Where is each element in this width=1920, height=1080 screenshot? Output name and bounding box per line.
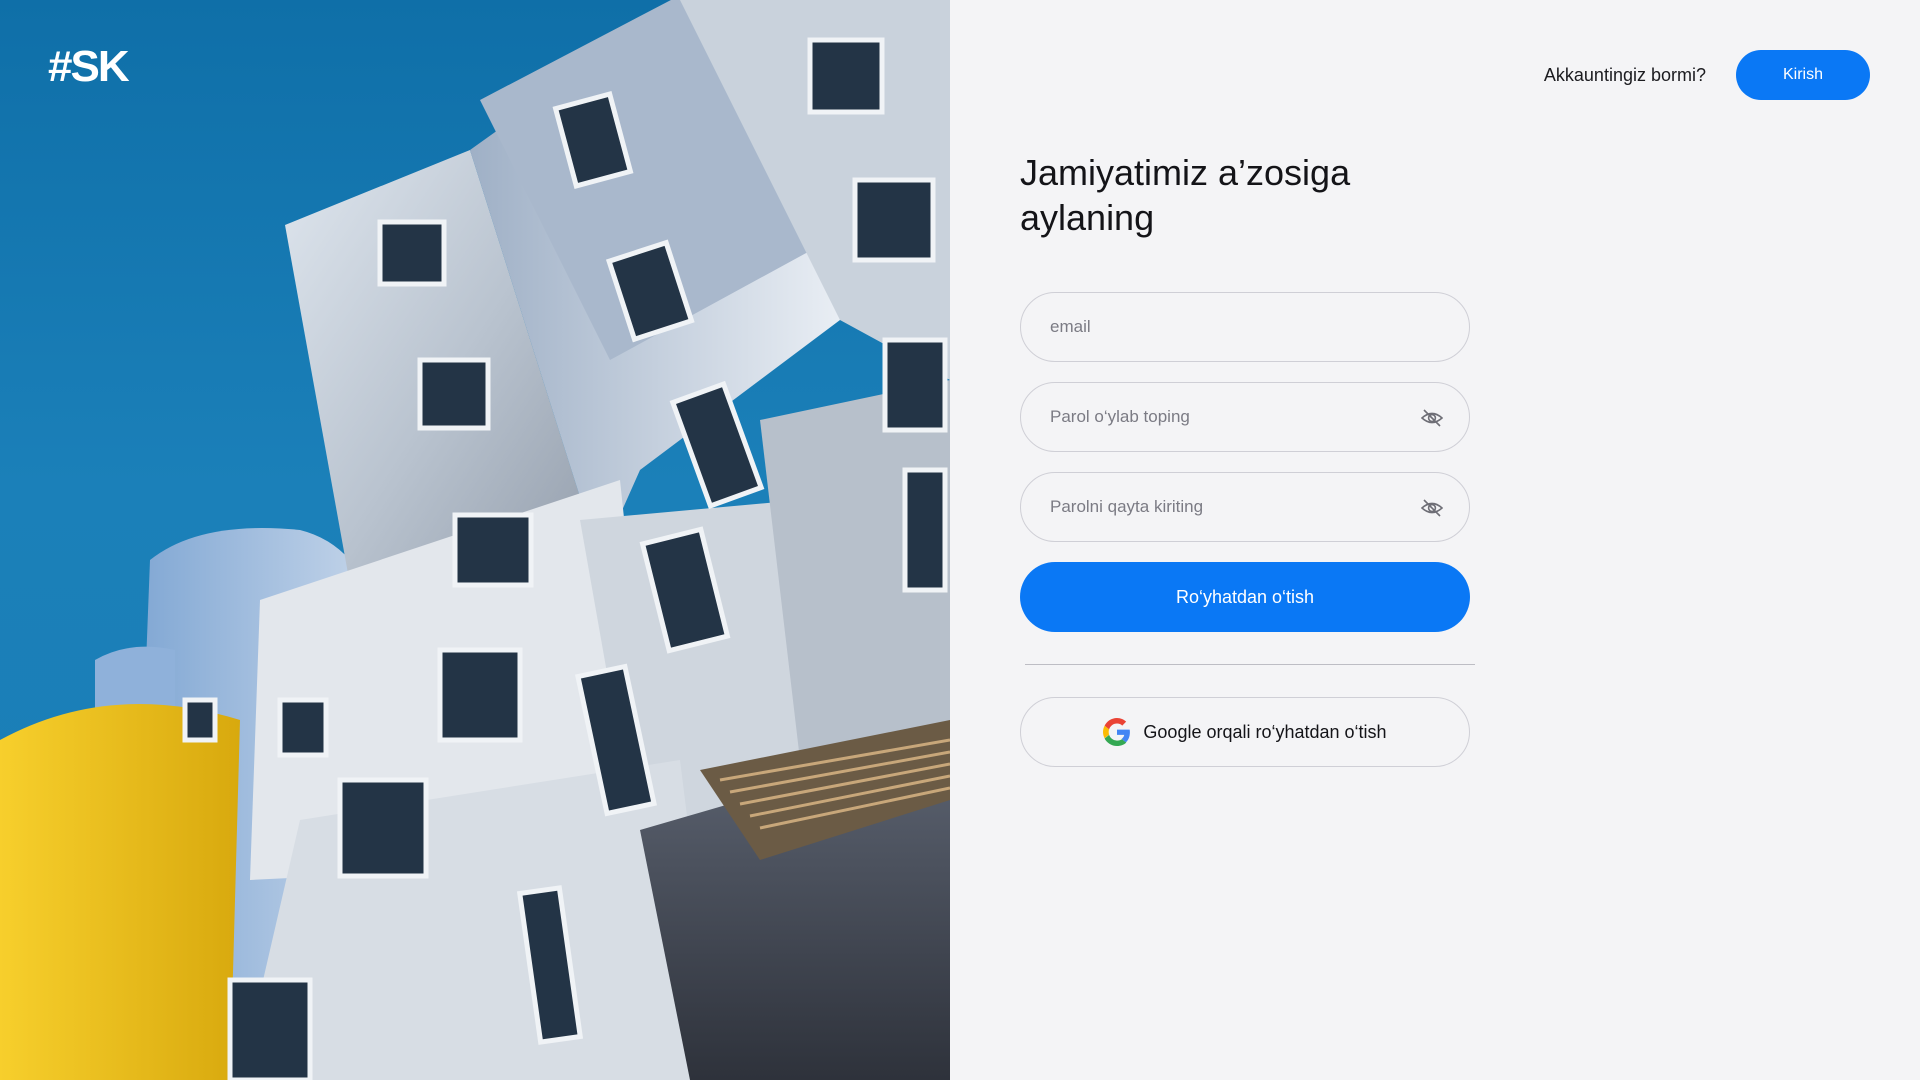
- building-illustration: [0, 0, 950, 1080]
- eye-off-icon[interactable]: [1421, 408, 1443, 428]
- password-repeat-field: [1020, 472, 1470, 542]
- password-repeat-input[interactable]: [1021, 473, 1469, 541]
- email-input[interactable]: [1021, 293, 1469, 361]
- divider: [1025, 664, 1475, 665]
- password-input[interactable]: [1021, 383, 1469, 451]
- signup-panel: Akkauntingiz bormi? Kirish Jamiyatimiz a…: [950, 0, 1920, 1080]
- google-button-label: Google orqali ro‘yhatdan o‘tish: [1143, 721, 1387, 742]
- hero-image: #SK: [0, 0, 950, 1080]
- google-icon: [1103, 718, 1131, 746]
- register-button[interactable]: Ro‘yhatdan o‘tish: [1020, 562, 1470, 632]
- password-field: [1020, 382, 1470, 452]
- login-button[interactable]: Kirish: [1736, 50, 1870, 100]
- google-signup-button[interactable]: Google orqali ro‘yhatdan o‘tish: [1020, 697, 1470, 767]
- account-question: Akkauntingiz bormi?: [1543, 64, 1706, 85]
- top-bar: Akkauntingiz bormi? Kirish: [1544, 50, 1870, 100]
- signup-form: Jamiyatimiz a’zosiga aylaning email Ro‘y…: [1020, 150, 1475, 767]
- brand-logo[interactable]: #SK: [48, 42, 130, 92]
- page-title: Jamiyatimiz a’zosiga aylaning: [1020, 152, 1351, 238]
- signup-page: #SK Akkauntingiz bormi? Kirish Jamiyatim…: [0, 0, 1920, 1080]
- email-field: [1020, 292, 1470, 362]
- eye-off-icon[interactable]: [1421, 498, 1443, 518]
